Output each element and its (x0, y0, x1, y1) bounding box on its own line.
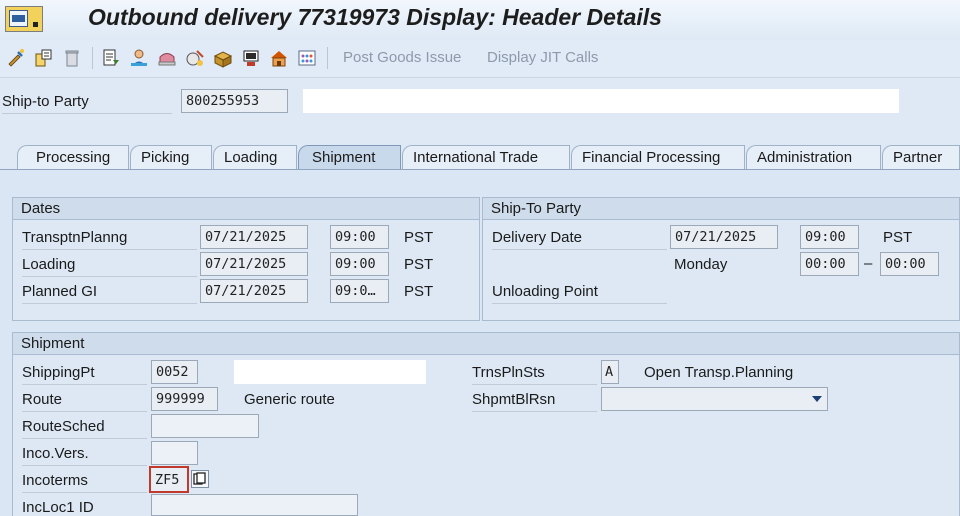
timezone-label: PST (404, 256, 434, 273)
tab-picking[interactable]: Picking (130, 145, 212, 170)
label-underline (22, 438, 147, 439)
tab-partner[interactable]: Partner (882, 145, 960, 170)
incoterms-field[interactable]: ZF5 (149, 466, 189, 493)
tab-label: Picking (141, 149, 190, 166)
route-description: Generic route (244, 391, 335, 408)
ship-to-party-label: Ship-to Party (2, 93, 89, 110)
toolbar-separator (92, 47, 93, 69)
incoterms-label: Incoterms (22, 472, 88, 489)
tab-label: International Trade (413, 149, 539, 166)
shipping-pt-description-field[interactable] (234, 360, 426, 384)
post-goods-issue-button[interactable]: Post Goods Issue (343, 49, 461, 66)
delivery-time-from-field[interactable]: 00:00 (800, 252, 859, 276)
transptn-planng-label: TransptnPlanng (22, 229, 128, 246)
chevron-down-icon[interactable] (812, 395, 822, 403)
time-range-dash: – (864, 255, 873, 272)
trns-pln-sts-field[interactable]: A (601, 360, 619, 384)
tab-financial-processing[interactable]: Financial Processing (571, 145, 745, 170)
label-underline (22, 411, 147, 412)
inco-vers-field[interactable] (151, 441, 198, 465)
delete-icon[interactable] (62, 48, 82, 68)
inco-vers-label: Inco.Vers. (22, 445, 89, 462)
weekday-label: Monday (674, 256, 728, 273)
loading-time-field[interactable]: 09:00 (330, 252, 389, 276)
timezone-label: PST (883, 229, 913, 246)
label-underline (22, 492, 147, 493)
dates-icon[interactable] (185, 48, 205, 68)
label-underline (22, 276, 197, 277)
transptn-planng-date-field[interactable]: 07/21/2025 (200, 225, 308, 249)
trns-pln-sts-description: Open Transp.Planning (644, 364, 794, 381)
label-underline (492, 303, 667, 304)
toolbar-separator (327, 47, 328, 69)
partner-icon[interactable] (129, 48, 149, 68)
header-details-icon[interactable] (101, 48, 121, 68)
display-jit-calls-button[interactable]: Display JIT Calls (487, 49, 598, 66)
shipment-panel-title: Shipment (13, 333, 959, 355)
unloading-point-label: Unloading Point (492, 283, 598, 300)
label-underline (492, 249, 667, 250)
system-menu-icon[interactable] (5, 6, 43, 32)
trns-pln-sts-label: TrnsPlnSts (472, 364, 545, 381)
timezone-label: PST (404, 283, 434, 300)
warehouse-icon[interactable] (269, 48, 289, 68)
label-underline (472, 384, 597, 385)
ship-to-party-panel-title: Ship-To Party (483, 198, 959, 220)
label-underline (22, 249, 197, 250)
label-underline (22, 384, 147, 385)
goods-icon[interactable] (213, 48, 233, 68)
shipping-pt-label: ShippingPt (22, 364, 95, 381)
transptn-planng-time-field[interactable]: 09:00 (330, 225, 389, 249)
delivery-time-field[interactable]: 09:00 (800, 225, 859, 249)
tab-label: Partner (893, 149, 943, 166)
label-underline (472, 411, 597, 412)
loading-date-label: Loading (22, 256, 76, 273)
grid-icon[interactable] (297, 48, 317, 68)
change-icon[interactable] (6, 48, 26, 68)
dates-panel-title: Dates (13, 198, 479, 220)
packing-icon[interactable] (241, 48, 261, 68)
label-underline (22, 465, 147, 466)
tab-loading[interactable]: Loading (213, 145, 297, 170)
tab-label: Shipment (312, 149, 376, 166)
timezone-label: PST (404, 229, 434, 246)
tab-administration[interactable]: Administration (746, 145, 881, 170)
other-delivery-icon[interactable] (34, 48, 54, 68)
ship-to-party-field[interactable]: 800255953 (181, 89, 288, 113)
delivery-date-label: Delivery Date (492, 229, 583, 246)
copy-icon[interactable] (191, 470, 209, 488)
shpmt-blrsn-label: ShpmtBlRsn (472, 391, 556, 408)
delivery-time-to-field[interactable]: 00:00 (880, 252, 939, 276)
planned-gi-label: Planned GI (22, 283, 98, 300)
route-label: Route (22, 391, 63, 408)
tab-label: Financial Processing (582, 149, 721, 166)
tab-shipment[interactable]: Shipment (298, 145, 401, 170)
incloc1-id-field[interactable] (151, 494, 358, 516)
tab-processing[interactable]: Processing (17, 145, 129, 170)
label-underline (2, 113, 172, 114)
planned-gi-date-field[interactable]: 07/21/2025 (200, 279, 308, 303)
ship-to-party-name-field[interactable] (303, 89, 899, 113)
loading-date-field[interactable]: 07/21/2025 (200, 252, 308, 276)
tab-label: Administration (757, 149, 853, 166)
tab-label: Loading (224, 149, 278, 166)
texts-icon[interactable] (157, 48, 177, 68)
route-field[interactable]: 999999 (151, 387, 218, 411)
page-title: Outbound delivery 77319973 Display: Head… (88, 4, 662, 30)
label-underline (22, 303, 197, 304)
shpmt-blrsn-dropdown[interactable] (601, 387, 828, 411)
incloc1-id-label: IncLoc1 ID (22, 499, 94, 516)
delivery-date-field[interactable]: 07/21/2025 (670, 225, 778, 249)
shipping-pt-field[interactable]: 0052 (151, 360, 198, 384)
planned-gi-time-field[interactable]: 09:0… (330, 279, 389, 303)
route-sched-label: RouteSched (22, 418, 105, 435)
route-sched-field[interactable] (151, 414, 259, 438)
tab-international-trade[interactable]: International Trade (402, 145, 570, 170)
tab-label: Processing (36, 149, 111, 166)
